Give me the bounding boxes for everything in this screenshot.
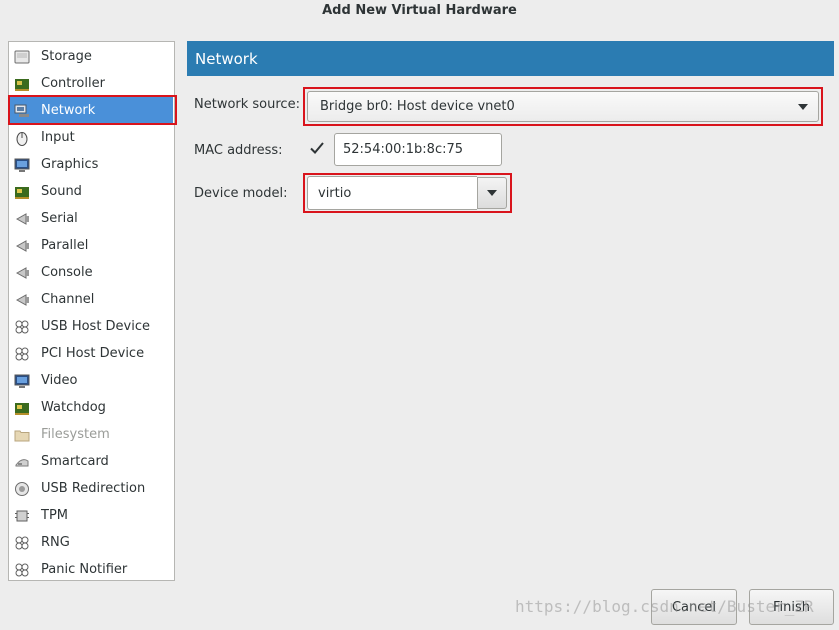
panic-notifier-icon bbox=[14, 562, 30, 578]
sidebar-item-controller[interactable]: Controller bbox=[10, 70, 173, 97]
sidebar-item-label: Controller bbox=[41, 76, 105, 91]
sidebar-item-tpm[interactable]: TPM bbox=[10, 502, 173, 529]
sidebar-item-usb-redirection[interactable]: USB Redirection bbox=[10, 475, 173, 502]
sidebar-item-usb-host-device[interactable]: USB Host Device bbox=[10, 313, 173, 340]
sidebar-item-label: Input bbox=[41, 130, 75, 145]
sidebar-item-rng[interactable]: RNG bbox=[10, 529, 173, 556]
section-header: Network bbox=[187, 41, 834, 76]
sidebar-item-video[interactable]: Video bbox=[10, 367, 173, 394]
mac-address-checkbox[interactable] bbox=[309, 140, 325, 156]
sidebar-item-label: Graphics bbox=[41, 157, 99, 172]
sidebar-item-filesystem[interactable]: Filesystem bbox=[10, 421, 173, 448]
tpm-chip-icon bbox=[14, 508, 30, 524]
sidebar-item-serial[interactable]: Serial bbox=[10, 205, 173, 232]
device-model-field[interactable]: virtio bbox=[307, 176, 477, 210]
sidebar-item-label: Panic Notifier bbox=[41, 562, 128, 577]
sidebar-item-pci-host-device[interactable]: PCI Host Device bbox=[10, 340, 173, 367]
sidebar-item-label: Parallel bbox=[41, 238, 89, 253]
network-icon bbox=[14, 103, 30, 119]
sidebar-item-storage[interactable]: Storage bbox=[10, 43, 173, 70]
sidebar-item-label: Smartcard bbox=[41, 454, 109, 469]
sidebar-item-label: Serial bbox=[41, 211, 78, 226]
sidebar-item-channel[interactable]: Channel bbox=[10, 286, 173, 313]
sidebar-item-label: USB Redirection bbox=[41, 481, 146, 496]
sidebar-item-label: TPM bbox=[41, 508, 68, 523]
serial-port-icon bbox=[14, 211, 30, 227]
sidebar-item-parallel[interactable]: Parallel bbox=[10, 232, 173, 259]
parallel-port-icon bbox=[14, 238, 30, 254]
console-port-icon bbox=[14, 265, 30, 281]
sidebar-item-label: RNG bbox=[41, 535, 70, 550]
sidebar-item-label: Watchdog bbox=[41, 400, 106, 415]
network-source-dropdown[interactable]: Bridge br0: Host device vnet0 bbox=[307, 91, 819, 122]
sidebar-item-console[interactable]: Console bbox=[10, 259, 173, 286]
sidebar-item-label: Filesystem bbox=[41, 427, 110, 442]
device-model-label: Device model: bbox=[194, 186, 288, 201]
mouse-icon bbox=[14, 130, 30, 146]
monitor-icon bbox=[14, 157, 30, 173]
hardware-type-list[interactable]: Storage Controller Network Input Graphics Sou… bbox=[8, 41, 175, 581]
network-source-value: Bridge br0: Host device vnet0 bbox=[320, 99, 515, 114]
network-source-label: Network source: bbox=[194, 97, 300, 112]
channel-port-icon bbox=[14, 292, 30, 308]
sidebar-item-sound[interactable]: Sound bbox=[10, 178, 173, 205]
usb-device-icon bbox=[14, 319, 30, 335]
sidebar-item-graphics[interactable]: Graphics bbox=[10, 151, 173, 178]
sidebar-item-smartcard[interactable]: Smartcard bbox=[10, 448, 173, 475]
sidebar-item-label: Console bbox=[41, 265, 93, 280]
sidebar-item-network[interactable]: Network bbox=[10, 97, 173, 124]
sidebar-item-label: Network bbox=[41, 103, 96, 118]
window-title: Add New Virtual Hardware bbox=[322, 3, 517, 18]
sidebar-item-label: PCI Host Device bbox=[41, 346, 145, 361]
sidebar-item-input[interactable]: Input bbox=[10, 124, 173, 151]
sound-card-icon bbox=[14, 184, 30, 200]
finish-button[interactable]: Finish bbox=[749, 589, 834, 625]
rng-device-icon bbox=[14, 535, 30, 551]
sidebar-item-label: Storage bbox=[41, 49, 92, 64]
sidebar-item-label: USB Host Device bbox=[41, 319, 151, 334]
chip-icon bbox=[14, 76, 30, 92]
usb-redirect-icon bbox=[14, 481, 30, 497]
checkmark-icon bbox=[310, 142, 324, 154]
mac-address-field[interactable]: 52:54:00:1b:8c:75 bbox=[334, 133, 502, 166]
cancel-button[interactable]: Cancel bbox=[651, 589, 737, 625]
chevron-down-icon bbox=[798, 103, 808, 110]
sidebar-item-label: Channel bbox=[41, 292, 95, 307]
chevron-down-icon bbox=[487, 190, 497, 196]
sidebar-item-label: Sound bbox=[41, 184, 82, 199]
disk-icon bbox=[14, 49, 30, 65]
watchdog-chip-icon bbox=[14, 400, 30, 416]
device-model-dropdown-button[interactable] bbox=[477, 177, 507, 209]
video-monitor-icon bbox=[14, 373, 30, 389]
pci-device-icon bbox=[14, 346, 30, 362]
sidebar-item-label: Video bbox=[41, 373, 78, 388]
folder-icon bbox=[14, 427, 30, 443]
sidebar-item-panic-notifier[interactable]: Panic Notifier bbox=[10, 556, 173, 583]
sidebar-item-watchdog[interactable]: Watchdog bbox=[10, 394, 173, 421]
mac-address-label: MAC address: bbox=[194, 143, 283, 158]
smartcard-icon bbox=[14, 454, 30, 470]
